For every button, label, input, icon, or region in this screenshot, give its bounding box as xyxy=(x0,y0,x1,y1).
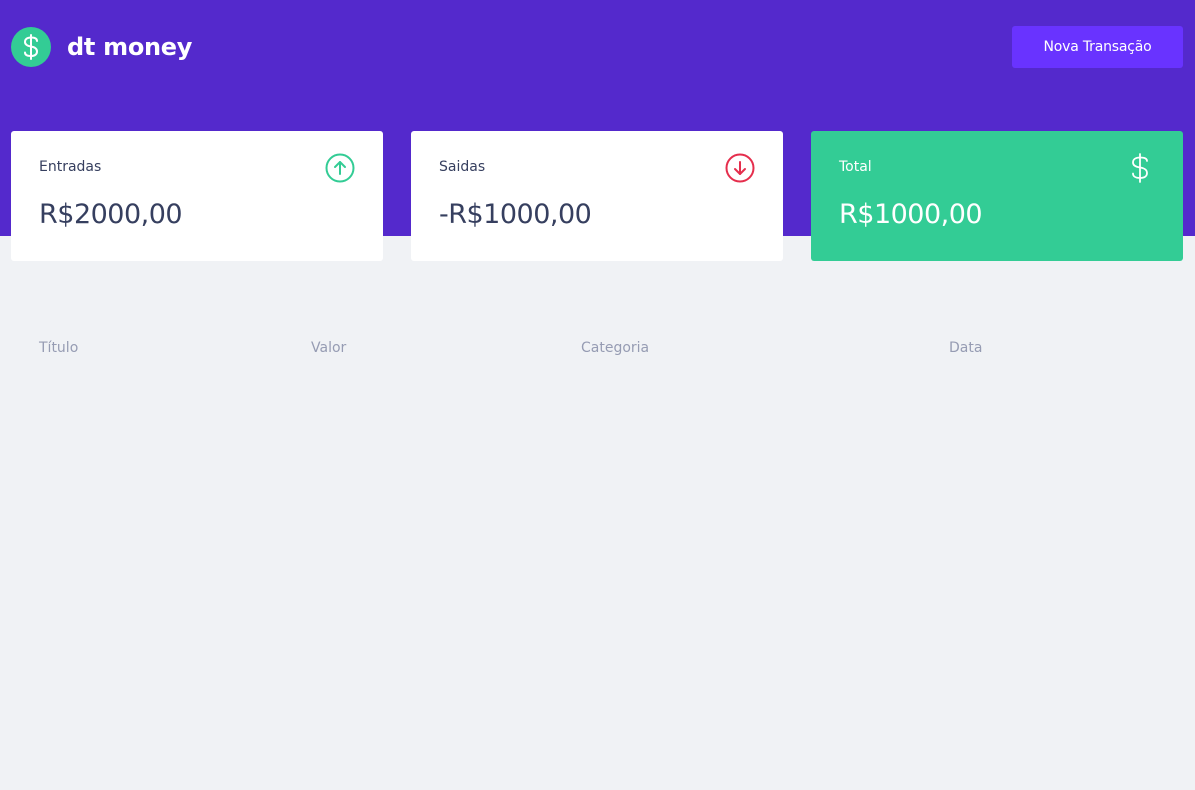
transactions-table-header: Título Valor Categoria Data xyxy=(0,340,1195,360)
column-header-value: Valor xyxy=(311,340,347,356)
arrow-up-circle-icon xyxy=(325,153,355,183)
arrow-down-circle-icon xyxy=(725,153,755,183)
column-header-category: Categoria xyxy=(581,340,650,356)
dollar-icon xyxy=(1132,153,1148,183)
logo-dollar-icon xyxy=(11,27,51,67)
income-card: Entradas R$2000,00 xyxy=(11,131,383,261)
total-card: Total R$1000,00 xyxy=(811,131,1183,261)
total-value: R$1000,00 xyxy=(839,199,983,230)
logo: dt money xyxy=(11,27,192,67)
new-transaction-button[interactable]: Nova Transação xyxy=(1012,26,1183,68)
income-label: Entradas xyxy=(39,159,102,175)
app-name: dt money xyxy=(67,33,193,61)
income-value: R$2000,00 xyxy=(39,199,183,230)
expense-label: Saidas xyxy=(439,159,486,175)
column-header-title: Título xyxy=(39,340,79,356)
expense-card: Saidas -R$1000,00 xyxy=(411,131,783,261)
expense-value: -R$1000,00 xyxy=(439,199,592,230)
total-label: Total xyxy=(839,159,872,175)
column-header-date: Data xyxy=(949,340,983,356)
